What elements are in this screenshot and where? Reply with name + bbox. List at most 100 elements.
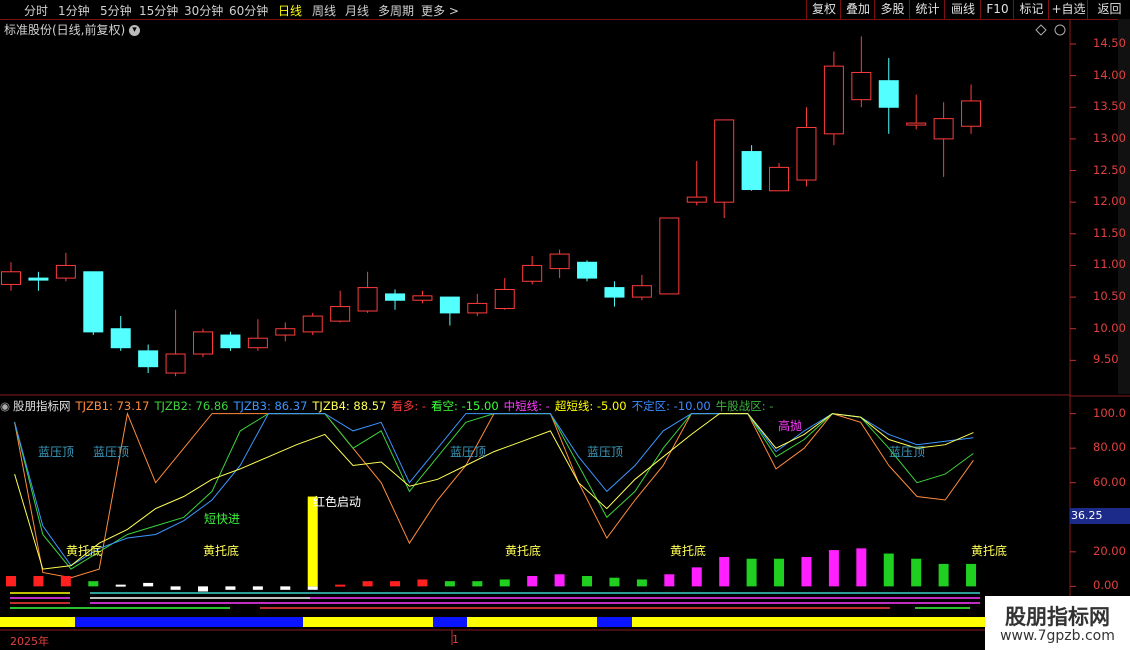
price-axis-label: 13.00 xyxy=(1093,130,1126,145)
indicator-bar xyxy=(938,563,949,587)
price-axis-label: 9.50 xyxy=(1093,352,1119,367)
candle-body xyxy=(851,71,872,101)
indicator-title-bar: ◉ 股朋指标网 TJZB1: 73.17 TJZB2: 76.86 TJZB3: 86.… xyxy=(0,398,778,414)
indicator-bar xyxy=(170,586,181,590)
indicator-bar xyxy=(33,576,44,587)
price-axis-label: 13.50 xyxy=(1093,99,1126,114)
candle-body xyxy=(193,331,214,355)
trend-band-segment xyxy=(632,617,985,627)
price-axis-label: 12.00 xyxy=(1093,194,1126,209)
candle-body xyxy=(494,288,515,309)
indicator-field-6: 中短线: - xyxy=(503,399,550,413)
candle-body xyxy=(906,122,927,126)
trend-band-segment xyxy=(467,617,597,627)
indicator-axis-label: 60.00 xyxy=(1093,474,1126,489)
year-label: 2025年 xyxy=(10,635,49,648)
candle-body xyxy=(357,287,378,312)
candle-body xyxy=(247,337,268,349)
indicator-line-TJZB2 xyxy=(14,413,974,570)
watermark-url: www.7gpzb.com xyxy=(1000,628,1115,644)
trend-band-segment xyxy=(0,617,75,627)
indicator-annotation: 黄托底 xyxy=(66,544,103,558)
indicator-field-2: TJZB3: 86.37 xyxy=(233,399,308,413)
indicator-annotation: 高抛 xyxy=(778,419,803,433)
indicator-bar xyxy=(966,563,977,587)
watermark: 股朋指标网 www.7gpzb.com xyxy=(985,596,1130,650)
candle-body xyxy=(961,100,982,127)
indicator-bar xyxy=(417,579,428,587)
candle-body xyxy=(110,328,131,349)
indicator-field-5: 看空: -15.00 xyxy=(431,399,499,413)
indicator-annotation: 蓝压顶 xyxy=(38,445,75,459)
indicator-name: 股朋指标网 xyxy=(13,399,71,413)
candle-body xyxy=(631,285,652,298)
indicator-annotation: 红色启动 xyxy=(313,495,362,509)
candle-body xyxy=(577,261,598,279)
indicator-field-8: 不定区: -10.00 xyxy=(631,399,711,413)
candle-body xyxy=(769,166,790,192)
indicator-annotation: 蓝压顶 xyxy=(450,445,487,459)
indicator-bar xyxy=(472,581,483,587)
indicator-bar xyxy=(143,582,154,587)
circle-icon xyxy=(1054,24,1066,36)
indicator-annotation: 黄托底 xyxy=(203,544,240,558)
candle-body xyxy=(55,264,76,279)
price-axis-label: 14.00 xyxy=(1093,67,1126,82)
indicator-menu-icon[interactable]: ◉ xyxy=(0,399,10,413)
candle-body xyxy=(467,302,488,314)
indicator-bar xyxy=(554,574,565,587)
indicator-bar xyxy=(527,576,538,587)
trend-band-segment xyxy=(303,617,433,627)
indicator-bar xyxy=(335,584,346,587)
candle-body xyxy=(1,271,21,285)
signal-bar xyxy=(307,496,318,587)
indicator-bar xyxy=(225,586,236,590)
indicator-bar xyxy=(307,586,318,590)
price-axis-label: 14.50 xyxy=(1093,35,1126,50)
indicator-bar xyxy=(499,579,510,587)
indicator-bar xyxy=(198,586,209,592)
indicator-bar xyxy=(582,576,593,587)
indicator-line-TJZB4 xyxy=(14,413,974,570)
candle-body xyxy=(823,65,844,135)
indicator-bar xyxy=(280,586,291,590)
indicator-bar xyxy=(390,581,401,587)
indicator-bar xyxy=(911,558,922,587)
indicator-annotation: 蓝压顶 xyxy=(93,445,130,459)
indicator-bar xyxy=(88,581,99,587)
indicator-bar xyxy=(746,558,757,587)
indicator-bar xyxy=(362,581,373,587)
candle-body xyxy=(549,253,570,270)
candle-body xyxy=(165,353,186,374)
trend-band-segment xyxy=(75,617,303,627)
indicator-annotation: 黄托底 xyxy=(670,544,707,558)
indicator-bar xyxy=(664,574,675,587)
candle-body xyxy=(302,315,323,333)
indicator-bar xyxy=(691,567,702,587)
current-value-badge: 36.25 xyxy=(1070,508,1130,524)
indicator-bar xyxy=(609,577,620,587)
candle-body xyxy=(659,217,680,295)
trend-band-segment xyxy=(433,617,467,627)
candle-body xyxy=(522,264,543,282)
indicator-field-1: TJZB2: 76.86 xyxy=(154,399,229,413)
candle-body xyxy=(686,196,707,203)
indicator-axis-label: 0.00 xyxy=(1093,578,1119,593)
indicator-bar xyxy=(856,548,867,587)
indicator-field-0: TJZB1: 73.17 xyxy=(75,399,150,413)
indicator-bar xyxy=(115,584,126,587)
candle-body xyxy=(83,271,104,333)
indicator-annotation: 蓝压顶 xyxy=(889,445,926,459)
price-axis-label: 10.00 xyxy=(1093,320,1126,335)
indicator-field-7: 超短线: -5.00 xyxy=(554,399,627,413)
chart-canvas[interactable] xyxy=(0,0,1130,650)
indicator-line-TJZB3 xyxy=(14,413,974,567)
candle-body xyxy=(412,295,433,301)
price-axis-label: 11.50 xyxy=(1093,225,1126,240)
indicator-bar xyxy=(6,576,16,587)
price-axis-label: 10.50 xyxy=(1093,289,1126,304)
candle-body xyxy=(138,350,159,368)
price-axis-label: 11.00 xyxy=(1093,257,1126,272)
price-axis-label: 12.50 xyxy=(1093,162,1126,177)
candle-body xyxy=(714,119,735,203)
